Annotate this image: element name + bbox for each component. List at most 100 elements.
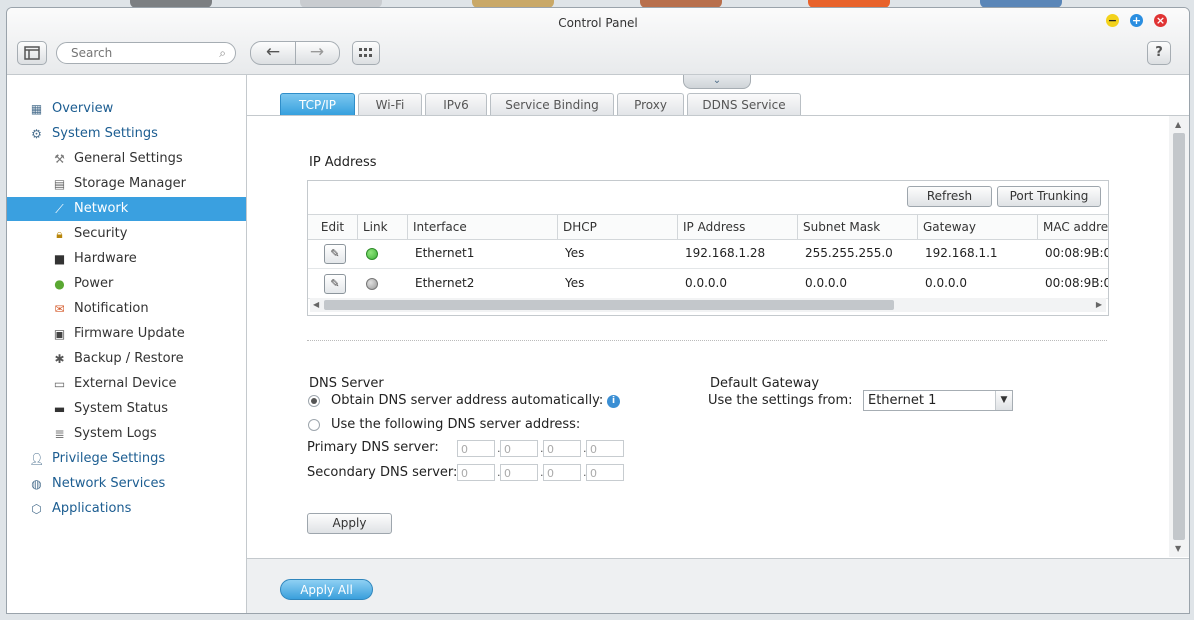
scroll-left-icon[interactable]: ◀: [313, 300, 319, 309]
sidebar-item-hardware[interactable]: ■ Hardware: [7, 247, 246, 271]
dns-auto-radio[interactable]: [308, 395, 320, 407]
apply-all-button[interactable]: Apply All: [280, 579, 373, 600]
column-header[interactable]: Link: [358, 215, 408, 239]
link-status-up-icon: [366, 248, 378, 260]
dhcp-cell: Yes: [565, 246, 585, 260]
app-grid-button[interactable]: [352, 41, 380, 65]
grid-header: Edit Link Interface DHCP IP Address Subn…: [308, 214, 1108, 240]
column-header[interactable]: Interface: [408, 215, 558, 239]
interface-cell: Ethernet1: [415, 246, 475, 260]
column-header[interactable]: MAC addre: [1038, 215, 1108, 239]
grid-icon: [359, 48, 372, 57]
sidebar-item-network[interactable]: ⟋ Network: [7, 197, 246, 221]
tab-ddns-service[interactable]: DDNS Service: [687, 93, 801, 115]
secondary-dns-octet-3[interactable]: 0: [543, 464, 581, 481]
vertical-scrollbar[interactable]: ▲ ▼: [1169, 116, 1189, 557]
default-gateway-title: Default Gateway: [710, 376, 820, 391]
sidebar-item-applications[interactable]: ⬡ Applications: [7, 497, 246, 521]
primary-dns-octet-3[interactable]: 0: [543, 440, 581, 457]
ip-address-title: IP Address: [309, 155, 377, 170]
column-header[interactable]: Subnet Mask: [798, 215, 918, 239]
column-header[interactable]: Edit: [308, 215, 358, 239]
sidebar-item-backup-restore[interactable]: ✱ Backup / Restore: [7, 347, 246, 371]
sidebar-item-firmware-update[interactable]: ▣ Firmware Update: [7, 322, 246, 346]
storage-icon: ▤: [53, 177, 66, 191]
scroll-thumb[interactable]: [324, 300, 894, 310]
sidebar-item-notification[interactable]: ✉ Notification: [7, 297, 246, 321]
title-bar: Control Panel − + × ⌕ ← → ?: [7, 8, 1189, 75]
secondary-dns-octet-4[interactable]: 0: [586, 464, 624, 481]
port-trunking-button[interactable]: Port Trunking: [997, 186, 1101, 207]
dns-server-title: DNS Server: [309, 376, 384, 391]
search-input[interactable]: [69, 45, 213, 61]
ip-cell: 0.0.0.0: [685, 276, 727, 290]
mac-cell: 00:08:9B:0: [1045, 276, 1108, 290]
ip-cell: 192.168.1.28: [685, 246, 766, 260]
gateway-source-select[interactable]: Ethernet 1 ▼: [863, 390, 1013, 411]
column-header[interactable]: IP Address: [678, 215, 798, 239]
edit-icon[interactable]: ✎: [324, 244, 346, 264]
sidebar-item-privilege-settings[interactable]: 👤︎ Privilege Settings: [7, 447, 246, 471]
sidebar-item-label: Network: [74, 201, 129, 216]
sidebar-item-overview[interactable]: ▦ Overview: [7, 97, 246, 121]
firmware-icon: ▣: [53, 327, 66, 341]
sidebar-toggle-button[interactable]: [17, 41, 47, 65]
scroll-right-icon[interactable]: ▶: [1096, 300, 1102, 309]
scroll-up-icon[interactable]: ▲: [1175, 120, 1181, 129]
applications-icon: ⬡: [31, 502, 42, 516]
search-box[interactable]: ⌕: [56, 42, 236, 64]
sidebar-item-label: Hardware: [74, 251, 137, 266]
scroll-thumb[interactable]: [1173, 133, 1185, 540]
mask-cell: 0.0.0.0: [805, 276, 847, 290]
dns-manual-radio[interactable]: [308, 419, 320, 431]
back-arrow-icon[interactable]: ←: [251, 42, 296, 64]
horizontal-scrollbar[interactable]: ◀ ▶: [310, 298, 1106, 312]
help-button[interactable]: ?: [1147, 41, 1171, 65]
secondary-dns-octet-1[interactable]: 0: [457, 464, 495, 481]
sidebar-item-power[interactable]: ● Power: [7, 272, 246, 296]
column-header[interactable]: DHCP: [558, 215, 678, 239]
minimize-icon[interactable]: −: [1106, 14, 1119, 27]
forward-arrow-icon[interactable]: →: [295, 42, 339, 64]
scroll-down-icon[interactable]: ▼: [1175, 544, 1181, 553]
edit-icon[interactable]: ✎: [324, 274, 346, 294]
secondary-dns-octet-2[interactable]: 0: [500, 464, 538, 481]
close-icon[interactable]: ×: [1154, 14, 1167, 27]
primary-dns-octet-1[interactable]: 0: [457, 440, 495, 457]
sidebar-item-general-settings[interactable]: ⚒ General Settings: [7, 147, 246, 171]
tab-proxy[interactable]: Proxy: [617, 93, 684, 115]
tab-tcp-ip[interactable]: TCP/IP: [280, 93, 355, 115]
table-row[interactable]: ✎ Ethernet1 Yes 192.168.1.28 255.255.255…: [308, 238, 1108, 269]
column-header[interactable]: Gateway: [918, 215, 1038, 239]
sidebar-item-external-device[interactable]: ▭ External Device: [7, 372, 246, 396]
sidebar-item-system-settings[interactable]: ⚙ System Settings: [7, 122, 246, 146]
tcp-ip-content: IP Address Refresh Port Trunking Edit Li…: [247, 116, 1169, 557]
sidebar-item-label: Storage Manager: [74, 176, 186, 191]
mac-cell: 00:08:9B:0: [1045, 246, 1108, 260]
sidebar-item-system-logs[interactable]: ≣ System Logs: [7, 422, 246, 446]
sidebar-item-system-status[interactable]: ▬ System Status: [7, 397, 246, 421]
sidebar-item-storage-manager[interactable]: ▤ Storage Manager: [7, 172, 246, 196]
tab-service-binding[interactable]: Service Binding: [490, 93, 614, 115]
maximize-icon[interactable]: +: [1130, 14, 1143, 27]
apply-button[interactable]: Apply: [307, 513, 392, 534]
collapse-chevron-icon[interactable]: ⌄: [683, 75, 751, 89]
table-row[interactable]: ✎ Ethernet2 Yes 0.0.0.0 0.0.0.0 0.0.0.0 …: [308, 268, 1108, 299]
primary-dns-octet-4[interactable]: 0: [586, 440, 624, 457]
tab-ipv6[interactable]: IPv6: [425, 93, 487, 115]
info-icon[interactable]: i: [607, 395, 620, 408]
search-icon[interactable]: ⌕: [219, 46, 226, 61]
sidebar-item-label: General Settings: [74, 151, 183, 166]
sidebar-item-network-services[interactable]: ◍ Network Services: [7, 472, 246, 496]
sidebar-item-label: Security: [74, 226, 128, 241]
sidebar-item-label: Power: [74, 276, 114, 291]
refresh-button[interactable]: Refresh: [907, 186, 992, 207]
sidebar-item-label: Firmware Update: [74, 326, 185, 341]
sidebar-item-security[interactable]: 🔒︎ Security: [7, 222, 246, 246]
overview-grid-icon: ▦: [30, 102, 43, 116]
dns-auto-label: Obtain DNS server address automatically:: [331, 393, 604, 408]
chevron-down-icon[interactable]: ▼: [995, 391, 1012, 410]
panel-icon: [24, 46, 40, 60]
primary-dns-octet-2[interactable]: 0: [500, 440, 538, 457]
tab-wi-fi[interactable]: Wi-Fi: [358, 93, 422, 115]
